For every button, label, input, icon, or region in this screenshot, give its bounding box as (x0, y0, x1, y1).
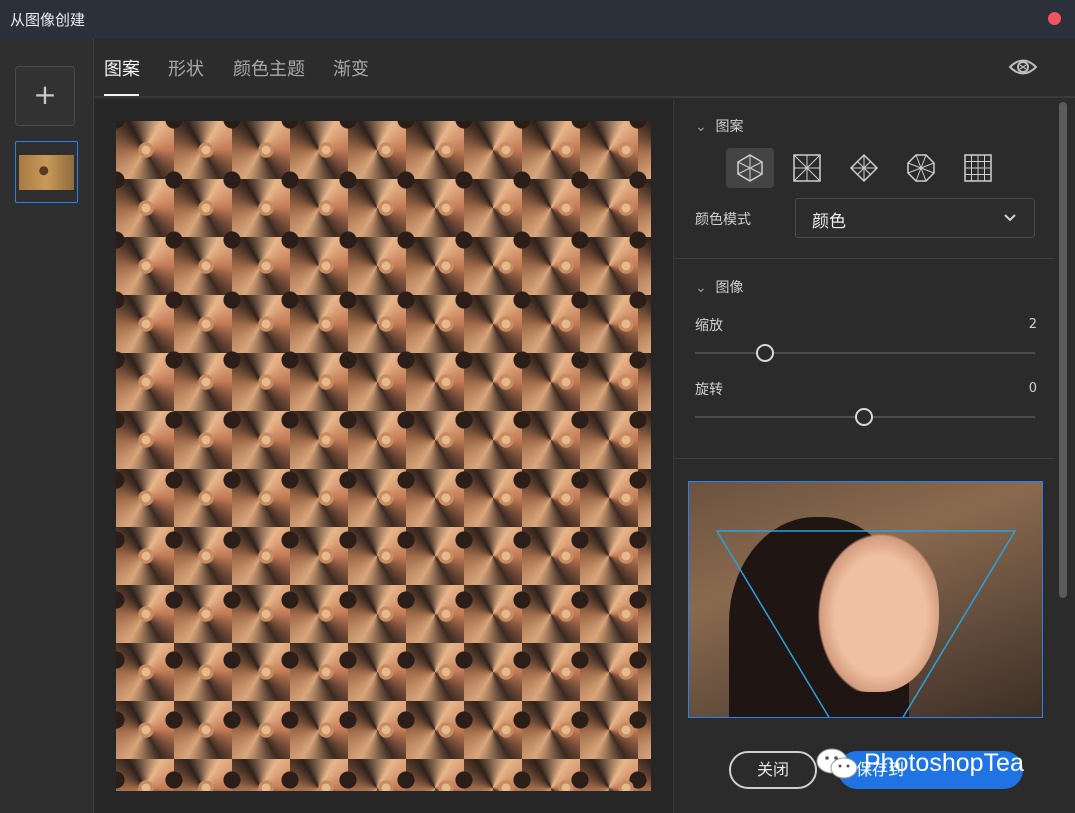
rotate-label: 旋转 (695, 382, 723, 398)
wechat-logo-icon (816, 748, 858, 779)
grid-icon (964, 154, 992, 182)
thumbnail-image (19, 155, 74, 190)
scale-slider-handle[interactable] (756, 344, 774, 362)
color-mode-value: 颜色 (812, 212, 846, 232)
kaleidoscope-pattern-preview (116, 121, 651, 791)
pattern-section-title: 图案 (715, 119, 744, 135)
color-mode-label: 颜色模式 (695, 212, 751, 228)
section-divider (675, 458, 1055, 459)
chevron-down-icon: ⌄ (695, 119, 707, 135)
square-grid-diagonal-icon (793, 154, 821, 182)
tab-shape[interactable]: 形状 (168, 55, 204, 81)
scale-label: 缩放 (695, 318, 723, 334)
watermark: PhotoshopTea (815, 745, 1045, 785)
shape-hexagon-button[interactable] (726, 148, 774, 188)
hexagon-pattern-icon (737, 154, 763, 182)
shape-octagon-button[interactable] (897, 148, 945, 188)
octagon-pattern-icon (907, 154, 935, 182)
pattern-canvas (95, 100, 674, 813)
image-section-header[interactable]: ⌄ 图像 (695, 277, 743, 297)
section-divider (675, 258, 1055, 259)
source-image-thumbnail[interactable] (15, 141, 78, 203)
title-bar: 从图像创建 (0, 0, 1075, 38)
tab-pattern[interactable]: 图案 (104, 55, 140, 81)
shape-square-button[interactable] (783, 148, 831, 188)
active-tab-indicator (104, 94, 139, 96)
image-source-rail: + (0, 38, 94, 813)
shape-grid-button[interactable] (954, 148, 1002, 188)
shape-diamond-button[interactable] (840, 148, 888, 188)
tab-bar: 图案 形状 颜色主题 渐变 (95, 38, 1075, 98)
scale-slider-track[interactable] (695, 352, 1035, 354)
source-image-preview[interactable] (688, 481, 1043, 718)
panel-scrollbar[interactable] (1059, 102, 1067, 598)
rotate-value: 0 (1028, 381, 1037, 396)
watermark-text: PhotoshopTea (864, 749, 1024, 777)
add-image-button[interactable]: + (15, 66, 75, 126)
pattern-section-header[interactable]: ⌄ 图案 (695, 116, 743, 136)
color-mode-select[interactable]: 颜色 (795, 198, 1035, 238)
image-section-title: 图像 (715, 280, 744, 296)
chevron-down-icon: ⌄ (695, 280, 707, 296)
settings-panel: ⌄ 图案 颜色模式 颜色 ⌄ 图像 缩放 2 旋转 0 关闭 保存到 Photo… (675, 100, 1075, 813)
tab-gradient[interactable]: 渐变 (333, 55, 369, 81)
window-title: 从图像创建 (10, 11, 86, 29)
scale-value: 2 (1028, 317, 1037, 332)
rotate-slider-handle[interactable] (855, 408, 873, 426)
preview-eye-icon[interactable] (1008, 54, 1038, 80)
chevron-down-icon (1004, 214, 1016, 222)
crop-triangle-overlay[interactable] (689, 482, 1043, 718)
tab-color-theme[interactable]: 颜色主题 (233, 55, 305, 81)
close-window-icon[interactable] (1048, 12, 1061, 25)
canvas-divider (673, 100, 674, 813)
close-button[interactable]: 关闭 (729, 751, 817, 789)
diamond-star-icon (849, 153, 879, 183)
